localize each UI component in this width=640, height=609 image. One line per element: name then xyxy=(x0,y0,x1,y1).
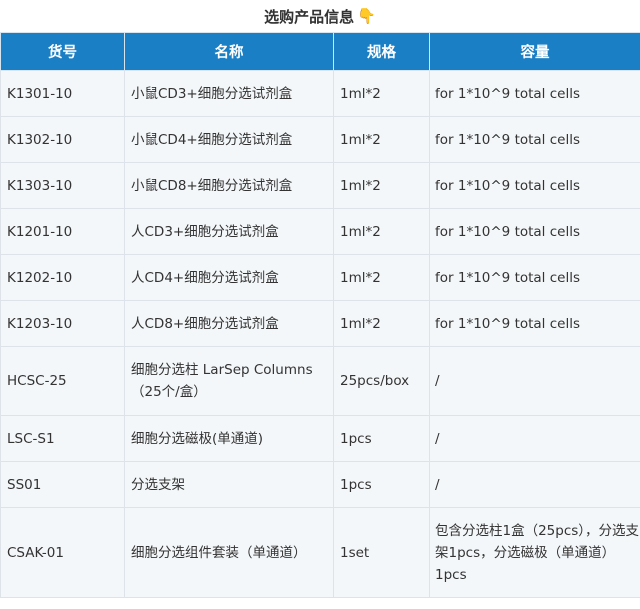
cell-name: 人CD8+细胞分选试剂盒 xyxy=(124,300,334,347)
cell-spec: 1ml*2 xyxy=(333,208,430,255)
cell-sku: LSC-S1 xyxy=(0,415,125,462)
cell-spec: 1pcs xyxy=(333,415,430,462)
cell-name: 分选支架 xyxy=(124,461,334,508)
cell-capacity: / xyxy=(429,415,640,462)
cell-sku: CSAK-01 xyxy=(0,507,125,598)
pointing-hand-icon: 👇 xyxy=(357,7,376,25)
cell-capacity: for 1*10^9 total cells xyxy=(429,254,640,301)
cell-spec: 1ml*2 xyxy=(333,116,430,163)
section-title: 选购产品信息 👇 xyxy=(0,0,640,32)
table-row: HCSC-25 细胞分选柱 LarSep Columns（25个/盒） 25pc… xyxy=(0,346,640,416)
cell-capacity: 包含分选柱1盒（25pcs），分选支架1pcs，分选磁极（单通道）1pcs xyxy=(429,507,640,598)
cell-name: 人CD3+细胞分选试剂盒 xyxy=(124,208,334,255)
cell-sku: K1203-10 xyxy=(0,300,125,347)
cell-spec: 1pcs xyxy=(333,461,430,508)
table-row: CSAK-01 细胞分选组件套装（单通道） 1set 包含分选柱1盒（25pcs… xyxy=(0,507,640,598)
cell-capacity: for 1*10^9 total cells xyxy=(429,300,640,347)
cell-sku: HCSC-25 xyxy=(0,346,125,416)
cell-capacity: for 1*10^9 total cells xyxy=(429,208,640,255)
table-row: K1302-10 小鼠CD4+细胞分选试剂盒 1ml*2 for 1*10^9 … xyxy=(0,116,640,163)
cell-spec: 1ml*2 xyxy=(333,162,430,209)
cell-name: 人CD4+细胞分选试剂盒 xyxy=(124,254,334,301)
cell-sku: SS01 xyxy=(0,461,125,508)
cell-name: 小鼠CD8+细胞分选试剂盒 xyxy=(124,162,334,209)
table-row: K1303-10 小鼠CD8+细胞分选试剂盒 1ml*2 for 1*10^9 … xyxy=(0,162,640,209)
column-header-capacity: 容量 xyxy=(429,32,640,71)
cell-capacity: / xyxy=(429,461,640,508)
cell-spec: 1set xyxy=(333,507,430,598)
cell-capacity: for 1*10^9 total cells xyxy=(429,162,640,209)
cell-capacity: / xyxy=(429,346,640,416)
cell-sku: K1202-10 xyxy=(0,254,125,301)
cell-capacity: for 1*10^9 total cells xyxy=(429,70,640,117)
cell-capacity: for 1*10^9 total cells xyxy=(429,116,640,163)
cell-spec: 1ml*2 xyxy=(333,300,430,347)
page-title: 选购产品信息 xyxy=(264,7,355,26)
table-row: K1301-10 小鼠CD3+细胞分选试剂盒 1ml*2 for 1*10^9 … xyxy=(0,70,640,117)
cell-sku: K1201-10 xyxy=(0,208,125,255)
cell-sku: K1303-10 xyxy=(0,162,125,209)
column-header-sku: 货号 xyxy=(0,32,125,71)
cell-name: 细胞分选组件套装（单通道） xyxy=(124,507,334,598)
column-header-name: 名称 xyxy=(124,32,334,71)
cell-name: 小鼠CD4+细胞分选试剂盒 xyxy=(124,116,334,163)
column-header-spec: 规格 xyxy=(333,32,430,71)
cell-spec: 1ml*2 xyxy=(333,254,430,301)
cell-spec: 1ml*2 xyxy=(333,70,430,117)
table-row: LSC-S1 细胞分选磁极(单通道) 1pcs / xyxy=(0,415,640,462)
cell-name: 细胞分选磁极(单通道) xyxy=(124,415,334,462)
table-row: SS01 分选支架 1pcs / xyxy=(0,461,640,508)
product-table: 货号 名称 规格 容量 K1301-10 小鼠CD3+细胞分选试剂盒 1ml*2… xyxy=(0,32,640,598)
table-row: K1201-10 人CD3+细胞分选试剂盒 1ml*2 for 1*10^9 t… xyxy=(0,208,640,255)
cell-spec: 25pcs/box xyxy=(333,346,430,416)
table-row: K1203-10 人CD8+细胞分选试剂盒 1ml*2 for 1*10^9 t… xyxy=(0,300,640,347)
cell-name: 细胞分选柱 LarSep Columns（25个/盒） xyxy=(124,346,334,416)
cell-sku: K1301-10 xyxy=(0,70,125,117)
cell-name: 小鼠CD3+细胞分选试剂盒 xyxy=(124,70,334,117)
cell-sku: K1302-10 xyxy=(0,116,125,163)
table-row: K1202-10 人CD4+细胞分选试剂盒 1ml*2 for 1*10^9 t… xyxy=(0,254,640,301)
table-header-row: 货号 名称 规格 容量 xyxy=(0,32,640,71)
